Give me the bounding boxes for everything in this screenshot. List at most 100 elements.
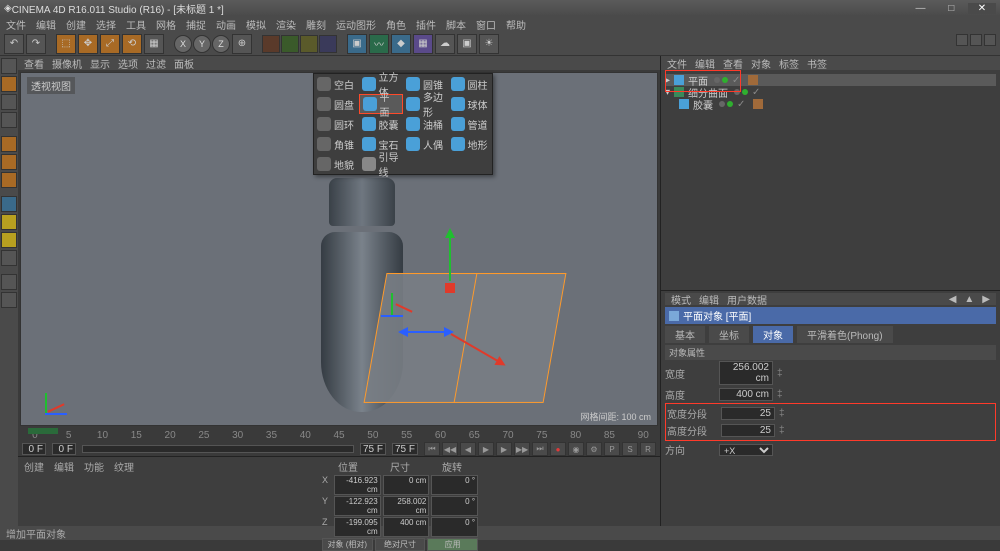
prim-plane[interactable]: 平面 [359,94,404,114]
maximize-button[interactable]: □ [937,3,965,14]
key-rot-button[interactable]: R [640,442,656,456]
height-segments-field[interactable]: 25 [721,424,775,437]
light-dropdown[interactable]: ☀ [479,34,499,54]
phong-tag-icon[interactable] [753,99,763,109]
goto-start-button[interactable]: ⏮ [424,442,440,456]
render-view[interactable] [262,35,280,53]
object-manager[interactable]: ▸平面 ✓ ▾细分曲面 ✓ 胶囊 ✓ [661,70,1000,290]
menu-tools[interactable]: 工具 [126,17,146,32]
axis-z-toggle[interactable]: Z [212,35,230,53]
prim-disc[interactable]: 圆盘 [314,94,359,114]
minimize-button[interactable]: — [906,3,934,14]
prim-cylinder[interactable]: 圆柱 [448,74,493,94]
hseg-spinner[interactable]: ‡ [779,425,787,436]
close-button[interactable]: ✕ [968,3,996,14]
redo-button[interactable]: ↷ [26,34,46,54]
attr-tab-object[interactable]: 对象 [753,326,793,343]
menu-character[interactable]: 角色 [386,17,406,32]
menu-file[interactable]: 文件 [6,17,26,32]
perspective-viewport[interactable]: 透视视图 网格间距: 100 cm 空白 立方体 圆锥 圆柱 [20,72,658,426]
rotate-tool[interactable]: ⟲ [122,34,142,54]
menu-snap[interactable]: 捕捉 [186,17,206,32]
prim-guide[interactable]: 引导线 [359,154,404,174]
primitive-dropdown[interactable]: ▣ [347,34,367,54]
scale-tool[interactable]: ⤢ [100,34,120,54]
menu-plugins[interactable]: 插件 [416,17,436,32]
frame-current-field[interactable]: 0 F [52,443,76,455]
width-segments-field[interactable]: 25 [721,407,775,420]
prim-capsule[interactable]: 胶囊 [359,114,404,134]
attr-mode[interactable]: 模式 [671,292,691,307]
menu-window[interactable]: 窗口 [476,17,496,32]
prev-frame-button[interactable]: ◀ [460,442,476,456]
workplane-mode[interactable] [1,112,17,128]
mat-tab-func[interactable]: 功能 [84,459,104,474]
axis-mode[interactable] [1,196,17,212]
mat-tab-create[interactable]: 创建 [24,459,44,474]
menu-animate[interactable]: 动画 [216,17,236,32]
prim-torus[interactable]: 圆环 [314,114,359,134]
pos-z-field[interactable]: -199.095 cm [334,517,381,537]
vp-menu-display[interactable]: 显示 [90,56,110,71]
model-mode[interactable] [1,76,17,92]
prim-landscape[interactable]: 地形 [448,134,493,154]
om-tab-tags[interactable]: 标签 [779,56,799,71]
size-y-field[interactable]: 258.002 cm [383,496,430,516]
om-tab-bookmarks[interactable]: 书签 [807,56,827,71]
phong-tag-icon[interactable] [748,75,758,85]
attr-userdata[interactable]: 用户数据 [727,292,767,307]
orientation-dropdown[interactable]: +X [719,444,773,456]
prim-figure[interactable]: 人偶 [403,134,448,154]
prim-pyramid[interactable]: 角锥 [314,134,359,154]
width-field[interactable]: 256.002 cm [719,361,773,385]
menu-edit[interactable]: 编辑 [36,17,56,32]
render-region[interactable] [281,35,299,53]
vp-menu-filter[interactable]: 过滤 [146,56,166,71]
camera-dropdown[interactable]: ▣ [457,34,477,54]
axis-y-toggle[interactable]: Y [193,35,211,53]
prim-oiltank[interactable]: 油桶 [403,114,448,134]
prim-polygon[interactable]: 多边形 [403,94,448,114]
height-field[interactable]: 400 cm [719,388,773,401]
prim-sphere[interactable]: 球体 [448,94,493,114]
frame-max-field[interactable]: 75 F [392,443,418,455]
vp-menu-options[interactable]: 选项 [118,56,138,71]
play-button[interactable]: ▶ [478,442,494,456]
menu-sculpt[interactable]: 雕刻 [306,17,326,32]
point-mode[interactable] [1,136,17,152]
om-tab-edit[interactable]: 编辑 [695,56,715,71]
tree-item-capsule[interactable]: 胶囊 ✓ [665,98,996,110]
frame-start-field[interactable]: 0 F [22,443,46,455]
attr-tab-phong[interactable]: 平滑着色(Phong) [797,326,893,343]
size-z-field[interactable]: 400 cm [383,517,430,537]
timeline-scrollbar[interactable] [82,445,354,453]
vp-menu-view[interactable]: 查看 [24,56,44,71]
deformer-dropdown[interactable]: ▦ [413,34,433,54]
last-tool[interactable]: ▦ [144,34,164,54]
om-tab-object[interactable]: 对象 [751,56,771,71]
attr-tab-basic[interactable]: 基本 [665,326,705,343]
pos-y-field[interactable]: -122.923 cm [334,496,381,516]
menu-mograph[interactable]: 运动图形 [336,17,376,32]
axis-x-toggle[interactable]: X [174,35,192,53]
record-button[interactable]: ● [550,442,566,456]
help-icon[interactable] [970,34,982,46]
undo-button[interactable]: ↶ [4,34,24,54]
om-tab-view[interactable]: 查看 [723,56,743,71]
render-settings[interactable] [319,35,337,53]
playhead-range[interactable] [28,428,58,434]
rot-y-field[interactable]: 0 ° [431,496,478,516]
menu-help[interactable]: 帮助 [506,17,526,32]
rot-x-field[interactable]: 0 ° [431,475,478,495]
coord-system[interactable]: ⊕ [232,34,252,54]
size-x-field[interactable]: 0 cm [383,475,430,495]
menu-script[interactable]: 脚本 [446,17,466,32]
polygon-mode[interactable] [1,172,17,188]
pos-x-field[interactable]: -416.923 cm [334,475,381,495]
menu-render[interactable]: 渲染 [276,17,296,32]
attr-nav-back[interactable]: ◀ [949,294,957,305]
om-tab-file[interactable]: 文件 [667,56,687,71]
key-scale-button[interactable]: S [622,442,638,456]
quantize-toggle[interactable] [1,232,17,248]
next-frame-button[interactable]: ▶ [496,442,512,456]
